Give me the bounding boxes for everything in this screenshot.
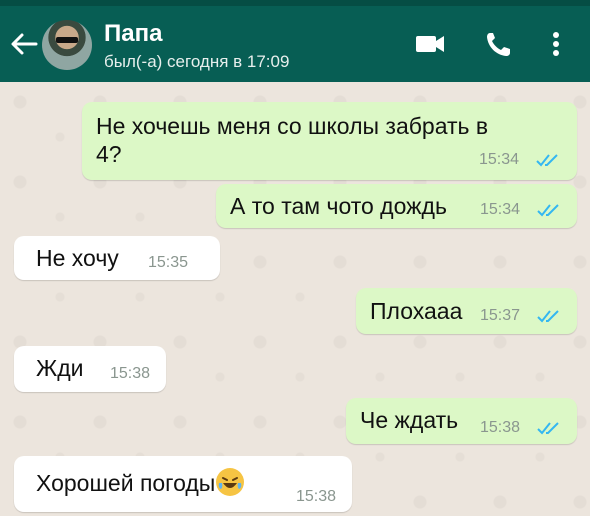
read-ticks-icon bbox=[537, 204, 559, 217]
read-ticks-icon bbox=[537, 310, 559, 323]
read-ticks-icon bbox=[536, 154, 558, 167]
chat-area[interactable]: Не хочешь меня со школы забрать в 4? 15:… bbox=[0, 82, 590, 516]
back-arrow-icon[interactable] bbox=[8, 30, 40, 58]
message-bubble-outgoing[interactable]: Плохааа 15:37 bbox=[356, 288, 577, 334]
message-time: 15:38 bbox=[110, 365, 151, 382]
video-call-icon[interactable] bbox=[414, 30, 446, 58]
message-text: Че ждать bbox=[360, 407, 459, 433]
message-time: 15:38 bbox=[480, 419, 521, 436]
last-seen-status: был(-а) сегодня в 17:09 bbox=[104, 52, 290, 71]
message-bubble-incoming[interactable]: Хорошей погоды 15:38 bbox=[14, 456, 352, 512]
message-text: 4? bbox=[96, 141, 122, 167]
message-time: 15:37 bbox=[480, 307, 521, 324]
more-vert-icon[interactable] bbox=[548, 30, 564, 58]
message-text: А то там чото дождь bbox=[230, 193, 447, 219]
message-text: Не хочешь меня со школы забрать в bbox=[96, 113, 489, 139]
message-bubble-outgoing[interactable]: Не хочешь меня со школы забрать в 4? 15:… bbox=[82, 102, 577, 180]
message-time: 15:35 bbox=[148, 254, 189, 271]
chat-header: Папа был(-а) сегодня в 17:09 bbox=[0, 6, 590, 82]
contact-name[interactable]: Папа bbox=[104, 20, 162, 48]
message-time: 15:34 bbox=[479, 151, 520, 168]
read-ticks-icon bbox=[537, 422, 559, 435]
message-time: 15:34 bbox=[480, 201, 521, 218]
message-bubble-incoming[interactable]: Жди 15:38 bbox=[14, 346, 166, 392]
message-text: Хорошей погоды bbox=[36, 470, 216, 496]
message-time: 15:38 bbox=[296, 488, 337, 505]
laughing-with-tears-emoji bbox=[216, 468, 245, 496]
message-text: Жди bbox=[36, 355, 84, 381]
message-text: Не хочу bbox=[36, 245, 119, 271]
phone-icon[interactable] bbox=[484, 30, 514, 58]
message-text: Плохааа bbox=[370, 298, 463, 324]
avatar[interactable] bbox=[42, 20, 92, 70]
message-bubble-incoming[interactable]: Не хочу 15:35 bbox=[14, 236, 220, 280]
message-bubble-outgoing[interactable]: А то там чото дождь 15:34 bbox=[216, 184, 577, 228]
message-bubble-outgoing[interactable]: Че ждать 15:38 bbox=[346, 398, 577, 444]
